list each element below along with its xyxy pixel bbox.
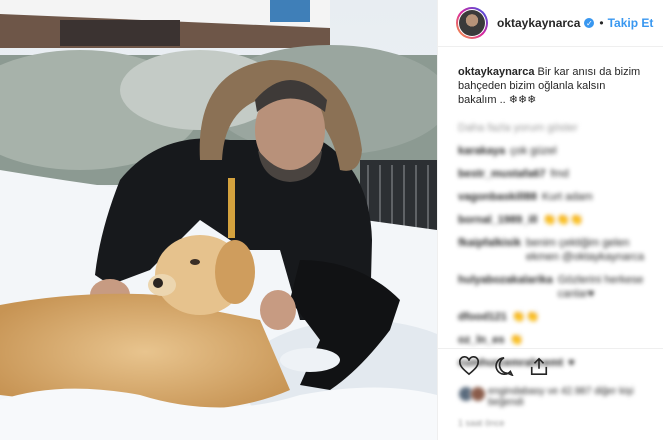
load-more-comments[interactable]: Daha fazla yorum göster — [458, 121, 645, 135]
comment-text: 👏👏 — [511, 311, 540, 323]
verified-badge-icon: ✓ — [584, 18, 595, 28]
comment-text: ♥ — [568, 357, 575, 369]
likes-text[interactable]: engindabasy ve 42.987 diğer kişi beğendi — [488, 386, 638, 408]
profile-avatar[interactable] — [456, 7, 488, 39]
likes-summary: engindabasy ve 42.987 diğer kişi beğendi — [458, 386, 638, 408]
action-bar — [458, 356, 550, 376]
post-timestamp: 1 saat önce — [458, 418, 505, 428]
comment-icon[interactable] — [493, 356, 515, 376]
post-header: oktaykaynarca ✓ • Takip Et — [438, 0, 663, 47]
liker-avatars — [458, 386, 486, 402]
comment-username[interactable]: fkaipfalkisik — [458, 236, 521, 264]
comment-username[interactable]: oz_ln_es — [458, 333, 504, 347]
share-icon[interactable] — [528, 356, 550, 376]
comment-list: karakaya çok güzel bestr_mustafa67 fmd vagon… — [458, 144, 645, 370]
comment-username[interactable]: dfood121 — [458, 310, 507, 324]
photo-image — [0, 0, 437, 440]
comments-section: oktaykaynarca Bir kar anısı da bizim bah… — [438, 47, 663, 370]
comment-username[interactable]: vagonbaskill88 — [458, 190, 537, 204]
comment-username[interactable]: hulyabozakalarika — [458, 273, 553, 301]
post-caption: oktaykaynarca Bir kar anısı da bizim bah… — [458, 65, 645, 107]
comment-text: 👏 — [509, 334, 524, 346]
separator-dot: • — [599, 16, 604, 30]
comment-text: 👏👏👏 — [542, 214, 584, 226]
post-photo[interactable] — [0, 0, 437, 440]
comment-text: benim çektiğim gelen ekmen @oktaykaynarc… — [525, 237, 645, 263]
heart-icon[interactable] — [458, 356, 480, 376]
comment-item: bornal_1989_ill 👏👏👏 — [458, 213, 645, 227]
follow-button[interactable]: Takip Et — [608, 16, 654, 30]
comment-item: hulyabozakalarika Gözlerini herkese canla… — [458, 273, 645, 301]
comment-item: dfood121 👏👏 — [458, 310, 645, 324]
comment-text: fmd — [550, 168, 569, 180]
post-side-panel: oktaykaynarca ✓ • Takip Et oktaykaynarca… — [437, 0, 663, 440]
header-username[interactable]: oktaykaynarca — [497, 16, 580, 30]
divider — [438, 348, 663, 349]
comment-username[interactable]: bestr_mustafa67 — [458, 167, 545, 181]
comment-item: vagonbaskill88 Kurt adam — [458, 190, 645, 204]
comment-text: çok güzel — [510, 145, 557, 157]
comment-text: Gözlerini herkese canlar♥ — [557, 274, 644, 300]
comment-item: fkaipfalkisik benim çektiğim gelen ekmen … — [458, 236, 645, 264]
caption-username[interactable]: oktaykaynarca — [458, 66, 534, 78]
comment-item: oz_ln_es 👏 — [458, 333, 645, 347]
comment-item: bestr_mustafa67 fmd — [458, 167, 645, 181]
comment-username[interactable]: bornal_1989_ill — [458, 213, 538, 227]
comment-text: Kurt adam — [541, 191, 593, 203]
comment-item: karakaya çok güzel — [458, 144, 645, 158]
comment-username[interactable]: karakaya — [458, 144, 505, 158]
